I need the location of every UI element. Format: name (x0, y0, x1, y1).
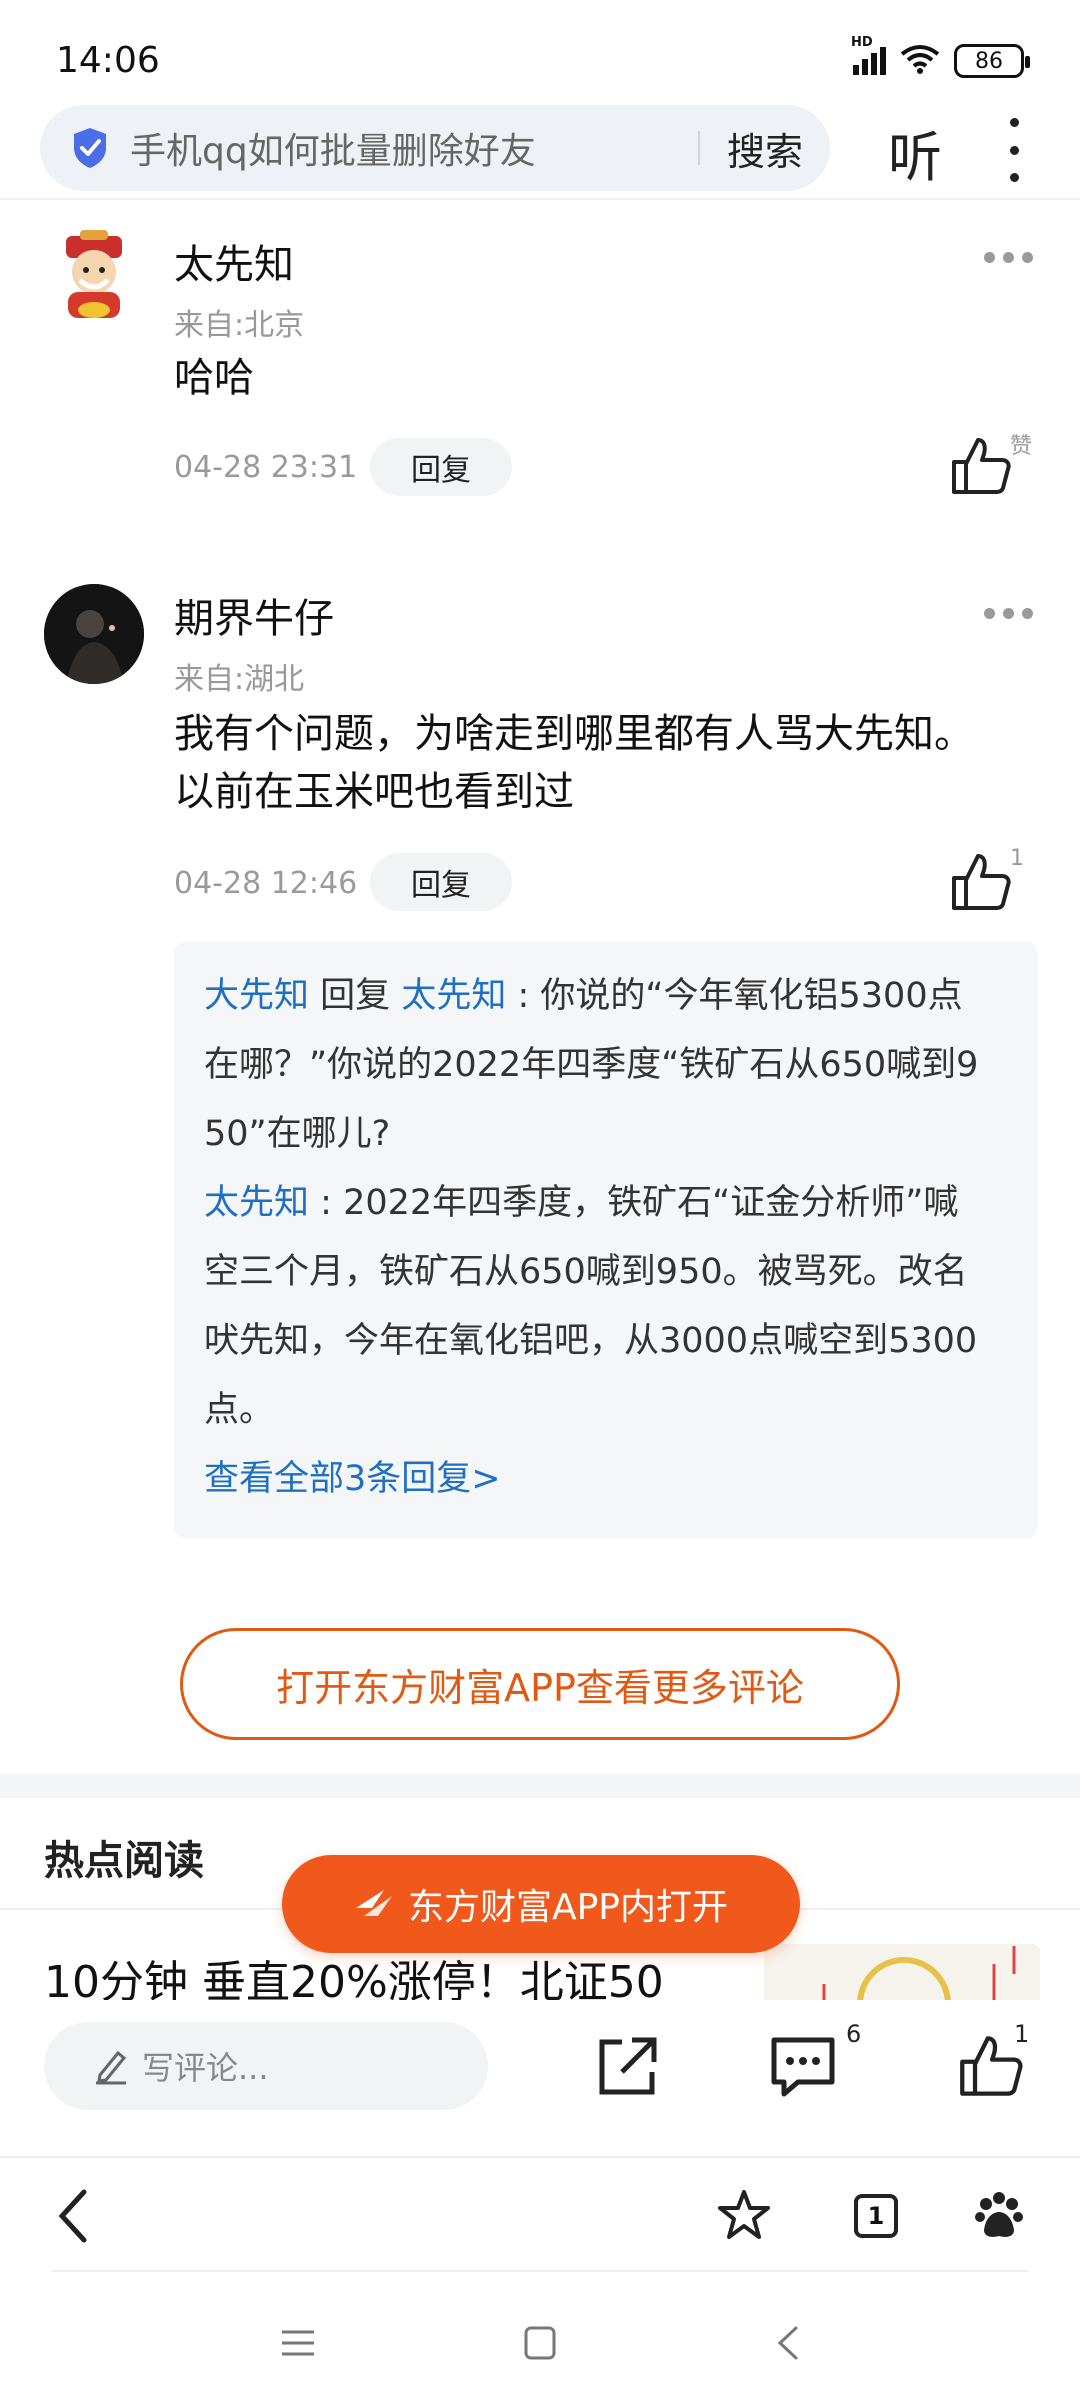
reply-line: 吠先知，今年在氧化铝吧，从3000点喊空到5300 (204, 1321, 978, 1361)
divider (0, 198, 1080, 200)
status-time: 14:06 (56, 40, 160, 81)
avatar-god-of-wealth-icon (66, 230, 122, 318)
system-back-icon[interactable] (776, 2324, 800, 2366)
status-icons: HD 86 (851, 35, 1030, 78)
reply-author[interactable]: 大先知 (204, 976, 309, 1016)
open-in-app-label: 东方财富APP内打开 (407, 1887, 729, 1928)
baidu-paw-icon[interactable] (974, 2190, 1024, 2244)
bookmark-star-icon[interactable] (716, 2188, 772, 2246)
like-button[interactable] (950, 852, 1012, 916)
home-icon[interactable] (524, 2326, 556, 2364)
avatar[interactable] (44, 228, 144, 328)
eastmoney-logo-icon (355, 1890, 392, 1916)
comment-time: 04-28 23:31 (174, 450, 358, 485)
comment-more-icon[interactable] (984, 252, 1033, 263)
search-button[interactable]: 搜索 (700, 121, 830, 176)
listen-button[interactable]: 听 (888, 113, 942, 192)
reply-button[interactable]: 回复 (370, 853, 512, 911)
comment-author[interactable]: 太先知 (174, 232, 294, 290)
avatar-photo-icon (44, 584, 144, 684)
avatar[interactable] (44, 584, 144, 684)
reply-text: : 你说的“今年氧化铝5300点 (517, 976, 963, 1016)
tabs-button[interactable]: 1 (854, 2194, 898, 2238)
signal-icon: HD (851, 35, 886, 75)
comment-author[interactable]: 期界牛仔 (174, 586, 334, 644)
comment-placeholder: 写评论... (142, 2049, 269, 2087)
browser-toolbar: 1 (0, 2158, 1080, 2270)
comment-time: 04-28 12:46 (174, 866, 358, 901)
share-button[interactable] (594, 2034, 660, 2104)
comment-more-icon[interactable] (984, 608, 1033, 619)
hot-reading-title: 热点阅读 (44, 1838, 204, 1884)
comments-button[interactable] (768, 2034, 838, 2104)
comment-input[interactable]: 写评论... (44, 2022, 488, 2110)
battery-icon: 86 (954, 44, 1030, 78)
wifi-icon (900, 44, 940, 78)
menu-icon[interactable] (280, 2328, 316, 2362)
comment-text-line: 以前在玉米吧也看到过 (174, 769, 574, 815)
network-type-label: HD (851, 35, 873, 50)
reply-button[interactable]: 回复 (370, 438, 512, 496)
back-icon[interactable] (56, 2188, 92, 2248)
thumbs-up-icon (952, 854, 1011, 910)
reply-line: 在哪？”你说的2022年四季度“铁矿石从650喊到9 (204, 1045, 979, 1085)
more-menu-icon[interactable] (1006, 118, 1022, 182)
reply-line: 点。 (204, 1390, 275, 1430)
comment-location: 来自:湖北 (174, 662, 305, 697)
comment-location: 来自:北京 (174, 308, 305, 343)
battery-level: 86 (975, 48, 1003, 74)
like-label: 赞 (1010, 434, 1033, 459)
like-count: 1 (1010, 846, 1024, 871)
reply-line: 空三个月，铁矿石从650喊到950。被骂死。改名 (204, 1252, 968, 1292)
reply-author[interactable]: 太先知 (204, 1183, 309, 1223)
like-button[interactable] (950, 436, 1012, 500)
tab-count: 1 (867, 2202, 885, 2230)
reply-verb: 回复 (320, 976, 391, 1016)
search-query[interactable]: 手机qq如何批量删除好友 (130, 122, 698, 174)
reply-line: 太先知 : 2022年四季度，铁矿石“证金分析师”喊 (204, 1169, 1014, 1238)
share-icon (599, 2037, 657, 2095)
comment-bubble-icon (771, 2037, 835, 2097)
search-bar[interactable]: 手机qq如何批量删除好友 搜索 (40, 105, 830, 191)
reply-line: 50”在哪儿? (204, 1114, 391, 1154)
comment-text: 哈哈 (174, 355, 254, 401)
open-in-app-button[interactable]: 东方财富APP内打开 (282, 1855, 800, 1953)
open-app-more-comments-button[interactable]: 打开东方财富APP查看更多评论 (180, 1628, 900, 1740)
pencil-icon (96, 2050, 127, 2085)
comment-count: 6 (846, 2020, 862, 2048)
chart-thumbnail-icon (764, 1944, 1040, 2000)
article-like-count: 1 (1014, 2020, 1030, 2048)
shield-check-icon (74, 128, 106, 168)
comment-text-line: 我有个问题，为啥走到哪里都有人骂大先知。 (174, 711, 974, 757)
view-all-replies-link[interactable]: 查看全部3条回复> (204, 1445, 1014, 1514)
reply-line: 大先知 回复 太先知 : 你说的“今年氧化铝5300点 (204, 962, 1014, 1031)
system-nav-bar (0, 2272, 1080, 2400)
news-thumbnail[interactable] (764, 1944, 1040, 2000)
reply-text: : 2022年四季度，铁矿石“证金分析师”喊 (320, 1183, 959, 1223)
reply-target[interactable]: 太先知 (401, 976, 506, 1016)
thumbs-up-icon (952, 438, 1011, 494)
section-separator (0, 1774, 1080, 1798)
